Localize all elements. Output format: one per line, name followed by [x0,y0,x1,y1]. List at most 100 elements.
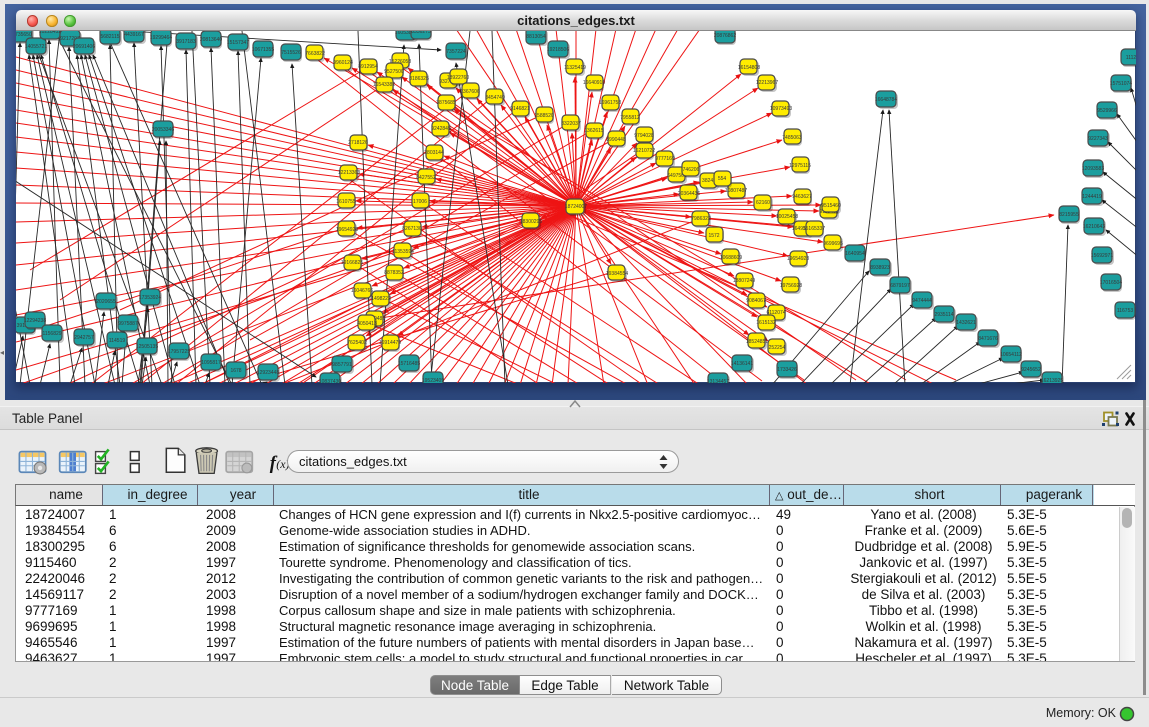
svg-text:9975887: 9975887 [118,321,138,327]
svg-text:2803144: 2803144 [424,150,444,156]
svg-text:4735650: 4735650 [16,32,32,38]
svg-text:13134457: 13134457 [707,379,729,383]
svg-text:8454749: 8454749 [485,95,505,101]
svg-text:9857791: 9857791 [332,362,352,368]
svg-text:1640954: 1640954 [845,251,865,257]
svg-text:9527500: 9527500 [384,69,404,75]
svg-text:16210722: 16210722 [633,148,655,154]
svg-text:6879197: 6879197 [890,283,910,289]
svg-text:7515526: 7515526 [281,50,301,56]
svg-text:2367606: 2367606 [460,89,480,95]
svg-text:18524851: 18524851 [746,339,768,345]
svg-text:9242845: 9242845 [431,126,451,132]
svg-text:1615132: 1615132 [756,320,776,326]
svg-text:20364436: 20364436 [678,191,700,197]
svg-text:12213967: 12213967 [756,80,778,86]
svg-text:19756928: 19756928 [780,283,802,289]
svg-text:8427552: 8427552 [416,175,436,181]
svg-text:7485063: 7485063 [782,135,802,141]
svg-text:1610755: 1610755 [336,199,356,205]
svg-text:8215955: 8215955 [1059,212,1079,218]
svg-text:18807249: 18807249 [733,278,755,284]
svg-text:17957225: 17957225 [168,349,190,355]
svg-text:11353594: 11353594 [392,249,414,255]
svg-text:2020655: 2020655 [96,299,116,305]
svg-text:12294238: 12294238 [24,318,46,324]
svg-text:20053346: 20053346 [152,127,174,133]
svg-text:1362615: 1362615 [584,128,604,134]
svg-text:16648784: 16648784 [875,97,897,103]
svg-text:10837430: 10837430 [319,379,341,383]
svg-text:746206: 746206 [683,167,700,173]
svg-text:8186325: 8186325 [409,76,429,82]
svg-text:10654112: 10654112 [1000,352,1022,358]
svg-text:12505135: 12505135 [136,344,158,350]
svg-text:16210643: 16210643 [1083,224,1105,230]
svg-text:1733426: 1733426 [777,367,797,373]
svg-text:5682115: 5682115 [100,34,119,40]
svg-text:15157347: 15157347 [227,40,249,46]
svg-text:8336273: 8336273 [411,31,431,35]
svg-text:17353924: 17353924 [139,295,161,301]
svg-text:1095817: 1095817 [201,360,221,366]
svg-text:20691406: 20691406 [73,44,95,50]
svg-text:11325419: 11325419 [564,65,586,71]
svg-text:8990448: 8990448 [606,137,626,143]
svg-text:16154808: 16154808 [738,65,760,71]
svg-text:10973493: 10973493 [770,106,792,112]
svg-text:16640910: 16640910 [583,80,605,86]
svg-text:15692971: 15692971 [1091,253,1113,259]
svg-text:15165337: 15165337 [803,226,825,232]
svg-text:14055721: 14055721 [25,44,47,50]
svg-text:20813640: 20813640 [200,37,222,43]
svg-text:12975115: 12975115 [789,163,811,169]
svg-text:2718126: 2718126 [348,140,368,146]
svg-text:4439167: 4439167 [124,32,144,38]
svg-text:62160: 62160 [756,200,770,206]
svg-text:8878352: 8878352 [384,270,404,276]
svg-text:19384554: 19384554 [606,271,628,277]
svg-text:18922760: 18922760 [447,75,469,81]
svg-text:15751074: 15751074 [1110,81,1132,87]
svg-text:7663822: 7663822 [305,51,325,57]
svg-text:16543382: 16543382 [373,82,395,88]
svg-text:9515460: 9515460 [821,203,841,209]
svg-text:1678: 1678 [230,368,241,374]
svg-text:7625402: 7625402 [347,340,367,346]
svg-text:9084067: 9084067 [746,298,766,304]
svg-text:18724007: 18724007 [565,204,587,210]
svg-text:7955812: 7955812 [620,115,640,121]
svg-text:9227343: 9227343 [1088,136,1108,142]
svg-text:16213925: 16213925 [1041,378,1063,383]
svg-text:2942757: 2942757 [74,335,94,341]
svg-text:8813054: 8813054 [526,34,546,40]
svg-text:8471676: 8471676 [978,336,998,342]
svg-text:14136141: 14136141 [731,361,753,367]
svg-text:19654923: 19654923 [787,256,809,262]
svg-text:17006: 17006 [413,199,427,205]
svg-text:4050413: 4050413 [357,321,377,327]
svg-text:19523409: 19523409 [422,378,444,383]
svg-text:10671355: 10671355 [252,47,274,53]
svg-text:2935114: 2935114 [934,312,953,318]
svg-text:1572: 1572 [708,233,719,239]
svg-text:12093583: 12093583 [1082,166,1104,172]
svg-text:9245652: 9245652 [1021,367,1041,373]
svg-text:12923448: 12923448 [257,370,279,376]
svg-text:9146821: 9146821 [510,106,530,112]
svg-text:9777169: 9777169 [655,156,675,162]
svg-text:8267130: 8267130 [402,226,422,232]
svg-text:1498222: 1498222 [371,296,391,302]
svg-text:15716485: 15716485 [398,361,420,367]
svg-text:16046766: 16046766 [351,288,373,294]
svg-text:3917183: 3917183 [176,39,196,45]
svg-text:3875685: 3875685 [436,100,456,106]
svg-text:1112: 1112 [1126,55,1136,61]
svg-text:9463627: 9463627 [792,194,812,200]
svg-text:10025458: 10025458 [776,214,798,220]
svg-text:1432621: 1432621 [956,320,976,326]
svg-text:252254: 252254 [769,345,786,351]
svg-text:16961758: 16961758 [599,100,621,106]
svg-text:554: 554 [718,176,727,182]
svg-text:8912954: 8912954 [358,64,378,70]
